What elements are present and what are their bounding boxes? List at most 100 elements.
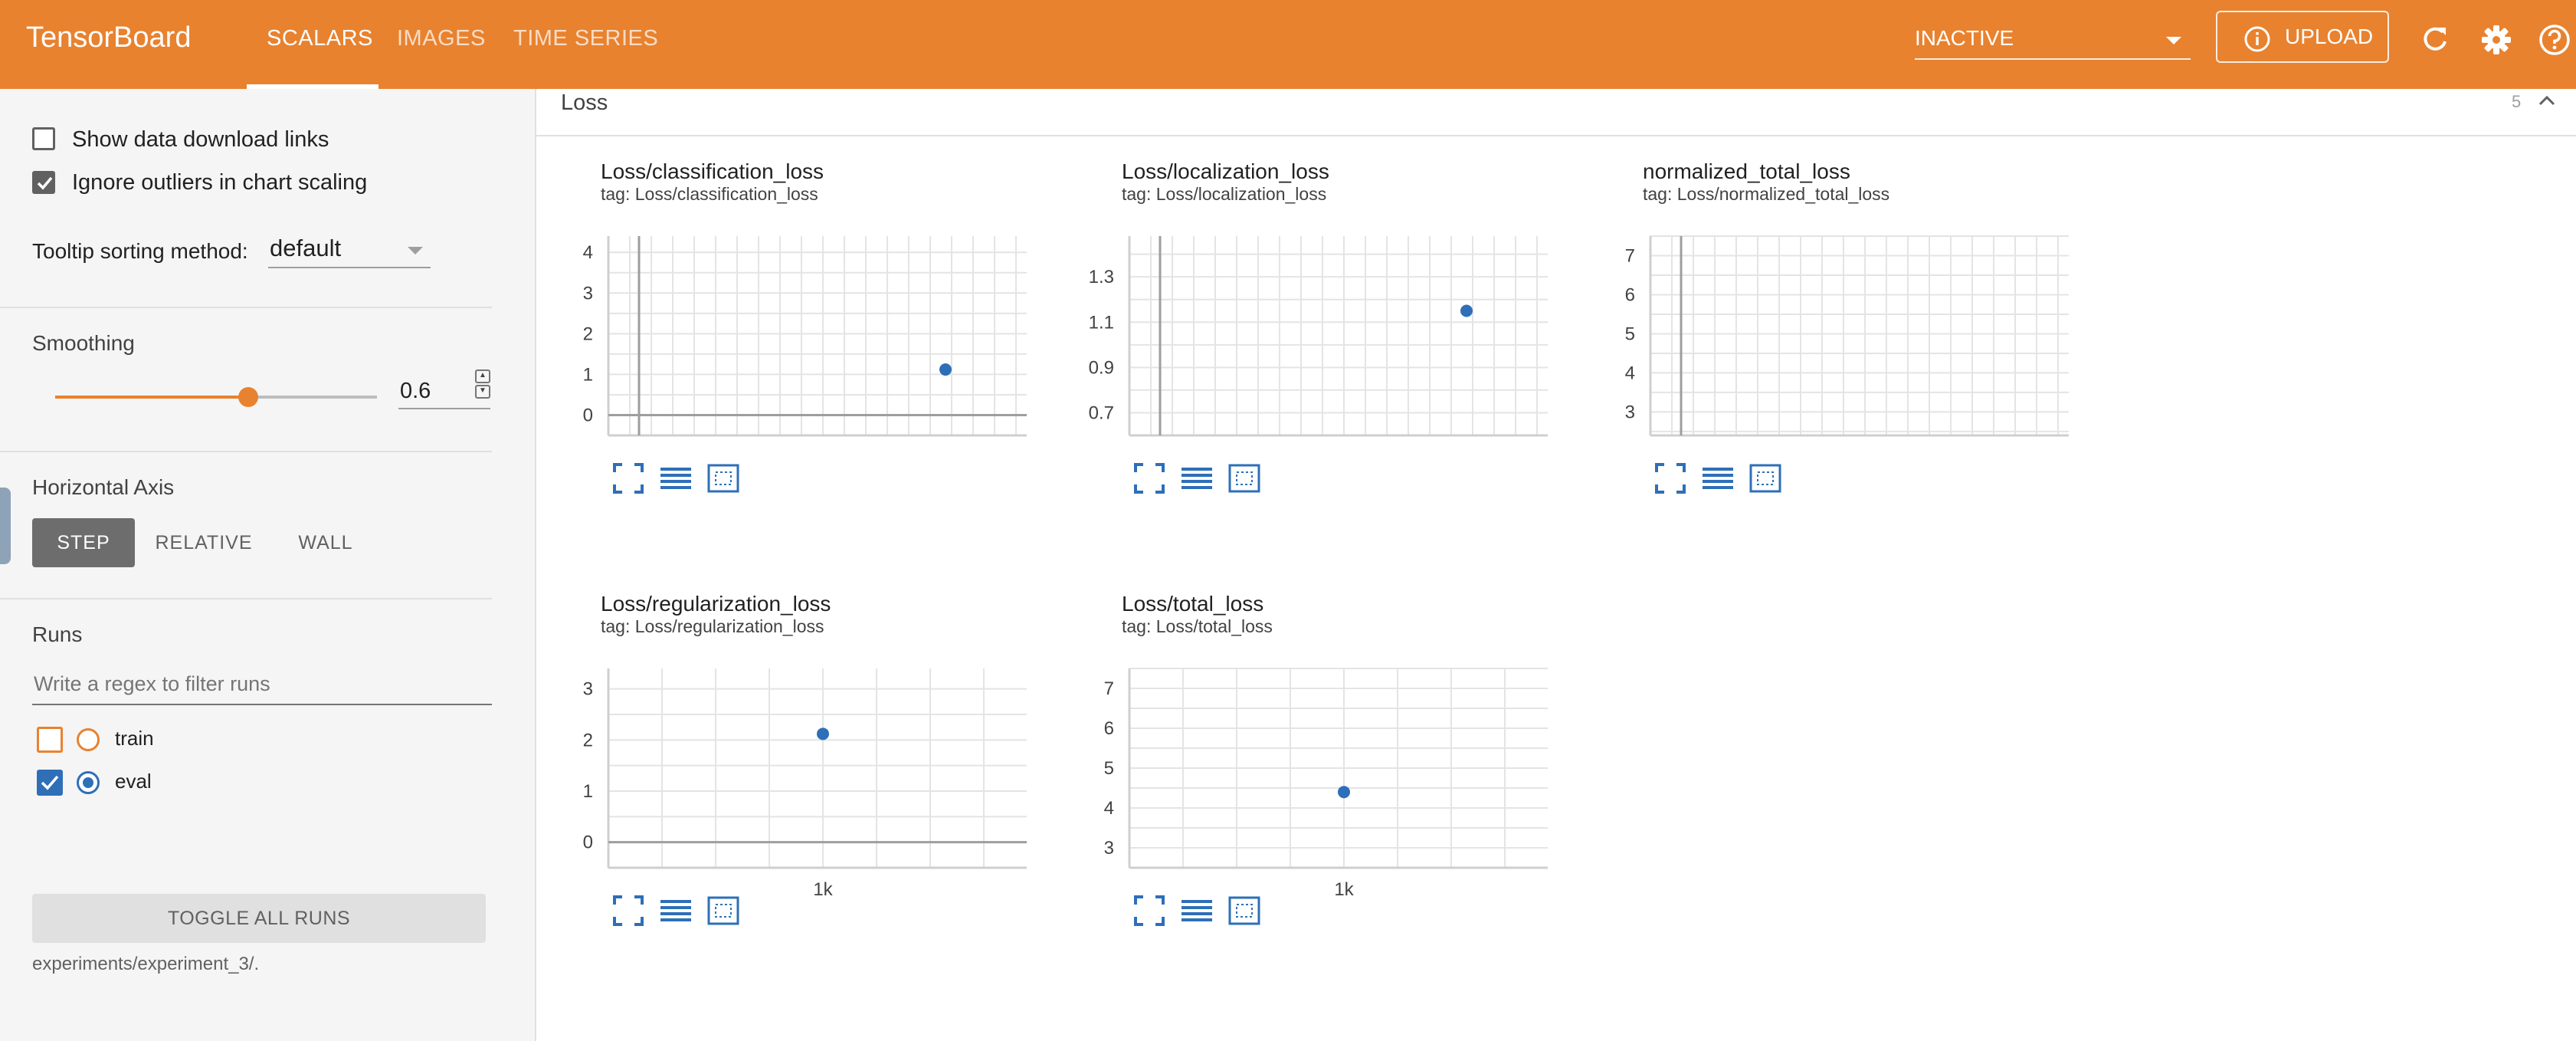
log-directory-path: experiments/experiment_3/. xyxy=(32,954,260,974)
fullscreen-icon[interactable] xyxy=(1132,894,1166,928)
tooltip-sorting-label: Tooltip sorting method: xyxy=(32,239,248,263)
x-tick-label: 1k xyxy=(1334,879,1354,898)
scalar-chart-card: Loss/classification_loss tag: Loss/classi… xyxy=(567,159,1073,590)
smoothing-slider[interactable] xyxy=(55,387,377,407)
fullscreen-icon[interactable] xyxy=(1132,461,1166,495)
collapse-chevron-icon[interactable] xyxy=(2536,90,2558,112)
y-tick-label: 5 xyxy=(1625,323,1635,344)
run-eval-color-radio[interactable] xyxy=(77,771,100,794)
fullscreen-icon[interactable] xyxy=(611,461,645,495)
fullscreen-icon[interactable] xyxy=(611,894,645,928)
upload-button[interactable]: UPLOAD xyxy=(2216,11,2389,63)
divider xyxy=(0,598,492,599)
scalar-chart-card: normalized_total_loss tag: Loss/normalize… xyxy=(1609,159,2115,590)
tab-images[interactable]: IMAGES xyxy=(397,26,486,51)
ignore-outliers-checkbox[interactable] xyxy=(32,171,55,194)
fullscreen-icon[interactable] xyxy=(1653,461,1687,495)
y-tick-label: 0 xyxy=(583,832,593,853)
chart-title: Loss/localization_loss xyxy=(1122,159,1329,183)
run-eval-label: eval xyxy=(115,770,152,793)
y-tick-label: 0.9 xyxy=(1089,357,1114,378)
run-eval-checkbox[interactable] xyxy=(37,770,63,796)
runs-filter-input[interactable] xyxy=(32,672,487,697)
scalar-chart-plot[interactable]: 3 2 1 0 1k xyxy=(567,645,1073,898)
sidebar-resize-handle[interactable] xyxy=(0,488,11,564)
axis-relative-button[interactable]: RELATIVE xyxy=(150,518,257,567)
run-status-value: INACTIVE xyxy=(1915,26,2014,50)
divider xyxy=(0,307,492,308)
upload-label: UPLOAD xyxy=(2285,25,2374,48)
tab-scalars[interactable]: SCALARS xyxy=(267,26,373,51)
data-point[interactable] xyxy=(1338,786,1350,799)
x-tick-label: 1k xyxy=(813,879,833,898)
decrement-icon[interactable]: ▼ xyxy=(475,385,490,399)
toggle-log-scale-icon[interactable] xyxy=(1701,461,1735,495)
data-point[interactable] xyxy=(939,363,952,376)
data-point[interactable] xyxy=(1460,304,1473,317)
toggle-log-scale-icon[interactable] xyxy=(1180,461,1214,495)
axis-wall-button[interactable]: WALL xyxy=(283,518,368,567)
tooltip-sorting-select[interactable]: default xyxy=(268,235,431,268)
show-download-links-checkbox[interactable] xyxy=(32,127,55,150)
ignore-outliers-label: Ignore outliers in chart scaling xyxy=(72,170,368,195)
run-status-select[interactable]: INACTIVE xyxy=(1915,23,2191,60)
settings-gear-icon[interactable] xyxy=(2479,23,2513,57)
data-point[interactable] xyxy=(817,727,829,741)
scalars-dashboard: Loss 5 Loss/classification_loss tag: Loss… xyxy=(536,89,2576,1041)
show-download-links-label: Show data download links xyxy=(72,127,329,152)
run-train-label: train xyxy=(115,727,154,750)
toggle-log-scale-icon[interactable] xyxy=(659,894,693,928)
fit-domain-icon[interactable] xyxy=(1227,894,1261,928)
dropdown-arrow-icon xyxy=(408,247,423,255)
scalar-chart-plot[interactable]: 4 3 2 1 0 xyxy=(567,213,1073,466)
run-train-checkbox[interactable] xyxy=(37,727,63,753)
fit-domain-icon[interactable] xyxy=(706,894,740,928)
app-title: TensorBoard xyxy=(26,21,192,54)
y-tick-label: 3 xyxy=(583,679,593,700)
scalar-chart-plot[interactable]: 1.3 1.1 0.9 0.7 xyxy=(1088,213,1594,466)
card-group-header[interactable]: Loss 5 xyxy=(536,89,2576,136)
scalar-chart-plot[interactable]: 7 6 5 4 3 1k xyxy=(1088,645,1594,898)
group-name: Loss xyxy=(561,90,608,115)
smoothing-value: 0.6 xyxy=(400,379,431,403)
y-tick-label: 3 xyxy=(1625,402,1635,422)
help-icon[interactable] xyxy=(2538,23,2571,57)
top-app-bar: TensorBoard SCALARS IMAGES TIME SERIES I… xyxy=(0,0,2576,89)
y-tick-label: 6 xyxy=(1104,718,1114,739)
smoothing-slider-thumb[interactable] xyxy=(238,387,258,407)
settings-sidebar: Show data download links Ignore outliers… xyxy=(0,89,536,1041)
axis-step-button[interactable]: STEP xyxy=(32,518,135,567)
group-card-count: 5 xyxy=(2512,92,2522,111)
fit-domain-icon[interactable] xyxy=(1227,461,1261,495)
chart-title: Loss/regularization_loss xyxy=(601,592,831,616)
chart-tag: tag: Loss/regularization_loss xyxy=(601,616,824,636)
chart-tag: tag: Loss/normalized_total_loss xyxy=(1643,184,1890,204)
y-tick-label: 4 xyxy=(583,242,593,263)
runs-title: Runs xyxy=(32,622,83,646)
horizontal-axis-title: Horizontal Axis xyxy=(32,475,175,499)
y-tick-label: 2 xyxy=(583,730,593,750)
y-tick-label: 6 xyxy=(1625,284,1635,305)
scalar-chart-plot[interactable]: 7 6 5 4 3 xyxy=(1609,213,2115,466)
toggle-log-scale-icon[interactable] xyxy=(659,461,693,495)
fit-domain-icon[interactable] xyxy=(1748,461,1782,495)
y-tick-label: 1.1 xyxy=(1089,312,1114,333)
divider xyxy=(0,451,492,452)
y-tick-label: 1 xyxy=(583,364,593,385)
y-tick-label: 4 xyxy=(1625,363,1635,383)
run-train-color-radio[interactable] xyxy=(77,728,100,751)
y-tick-label: 0 xyxy=(583,405,593,425)
chart-tag: tag: Loss/total_loss xyxy=(1122,616,1273,636)
tooltip-sorting-value: default xyxy=(270,235,342,261)
y-tick-label: 4 xyxy=(1104,798,1114,819)
increment-icon[interactable]: ▲ xyxy=(475,369,490,383)
y-tick-label: 1.3 xyxy=(1089,267,1114,287)
smoothing-input[interactable]: 0.6 ▲ ▼ xyxy=(398,369,490,409)
toggle-log-scale-icon[interactable] xyxy=(1180,894,1214,928)
fit-domain-icon[interactable] xyxy=(706,461,740,495)
toggle-all-runs-button[interactable]: TOGGLE ALL RUNS xyxy=(32,894,486,943)
scalar-chart-card: Loss/localization_loss tag: Loss/localiza… xyxy=(1088,159,1594,590)
y-tick-label: 3 xyxy=(1104,838,1114,859)
tab-time-series[interactable]: TIME SERIES xyxy=(513,26,658,51)
refresh-icon[interactable] xyxy=(2420,23,2450,54)
